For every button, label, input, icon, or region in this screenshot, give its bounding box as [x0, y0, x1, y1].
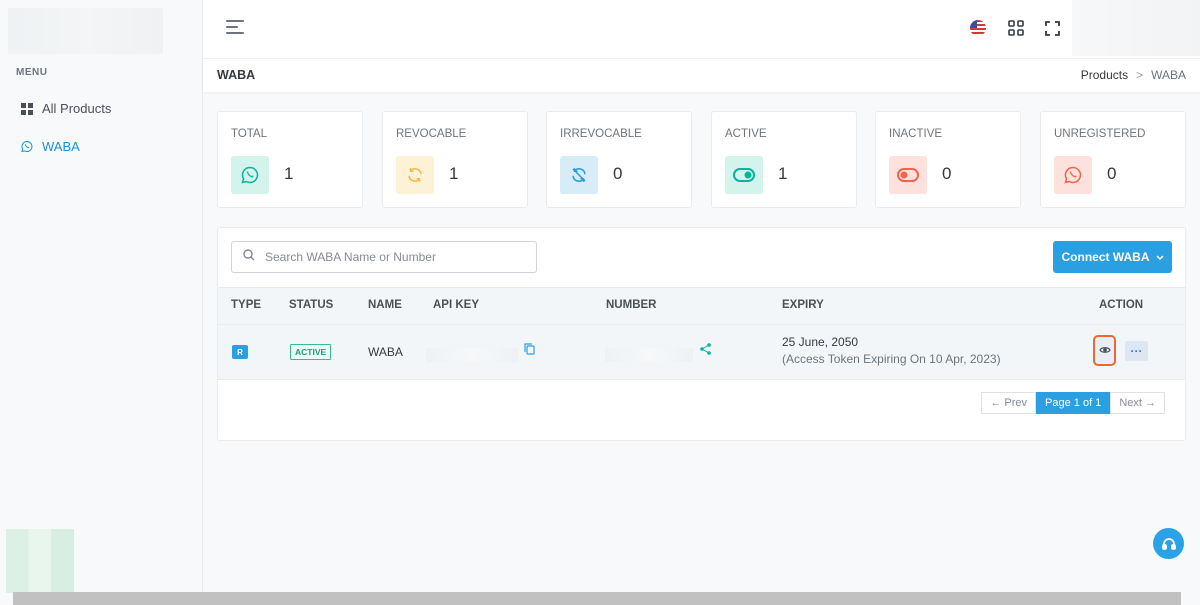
- stat-value: 0: [613, 164, 623, 183]
- stat-label: IRREVOCABLE: [560, 128, 642, 140]
- page-title-bar: WABA Products > WABA: [203, 59, 1200, 92]
- breadcrumb: Products > WABA: [1081, 68, 1186, 82]
- stat-card-active: ACTIVE 1: [711, 111, 857, 208]
- table-row: R ACTIVE WABA 25 June, 2050 (Access Toke…: [218, 325, 1185, 380]
- apps-grid-icon[interactable]: [1006, 18, 1026, 38]
- column-header-expiry: EXPIRY: [782, 299, 824, 311]
- whatsapp-icon: [21, 140, 33, 153]
- topbar: [203, 0, 1200, 59]
- stat-value: 1: [778, 164, 788, 183]
- breadcrumb-separator: >: [1136, 68, 1144, 82]
- stat-value: 0: [1107, 164, 1117, 183]
- fullscreen-icon[interactable]: [1042, 18, 1062, 38]
- hamburger-icon[interactable]: [226, 20, 244, 36]
- table-header: TYPE STATUS NAME API KEY NUMBER EXPIRY A…: [218, 287, 1185, 325]
- search-icon: [243, 248, 255, 266]
- pagination: ← Prev Page 1 of 1 Next →: [981, 392, 1165, 414]
- next-page-button[interactable]: Next →: [1110, 392, 1165, 414]
- waba-table-panel: Connect WABA TYPE STATUS NAME API KEY NU…: [217, 227, 1186, 441]
- stat-value: 0: [942, 164, 952, 183]
- toggle-off-icon: [889, 156, 927, 194]
- column-header-action: ACTION: [1099, 299, 1144, 311]
- blurred-widget: [6, 529, 74, 593]
- grid-icon: [21, 102, 33, 115]
- type-badge: R: [232, 345, 248, 359]
- connect-waba-button[interactable]: Connect WABA: [1053, 241, 1172, 273]
- stat-card-unregistered: UNREGISTERED 0: [1040, 111, 1186, 208]
- stat-label: UNREGISTERED: [1054, 128, 1146, 140]
- page-title: WABA: [217, 68, 256, 82]
- sidebar-item-waba[interactable]: WABA: [21, 139, 80, 154]
- no-refresh-icon: [560, 156, 598, 194]
- stat-card-revocable: REVOCABLE 1: [382, 111, 528, 208]
- view-button[interactable]: [1093, 335, 1116, 366]
- column-header-number: NUMBER: [606, 299, 657, 311]
- breadcrumb-current: WABA: [1151, 68, 1186, 82]
- stat-card-irrevocable: IRREVOCABLE 0: [546, 111, 692, 208]
- sidebar-item-label: All Products: [42, 101, 112, 116]
- toggle-on-icon: [725, 156, 763, 194]
- breadcrumb-products[interactable]: Products: [1081, 68, 1128, 82]
- headset-support-icon[interactable]: [1153, 528, 1184, 559]
- sidebar: MENU All Products WABA: [0, 0, 203, 605]
- more-options-button[interactable]: ···: [1125, 341, 1148, 361]
- number-value: [605, 348, 693, 362]
- search-input[interactable]: [265, 250, 515, 264]
- sidebar-item-all-products[interactable]: All Products: [21, 101, 111, 116]
- horizontal-scrollbar[interactable]: [13, 592, 1181, 605]
- user-profile[interactable]: [1072, 0, 1200, 56]
- stat-value: 1: [284, 164, 294, 183]
- stat-label: REVOCABLE: [396, 128, 467, 140]
- logo[interactable]: [8, 8, 163, 54]
- refresh-icon: [396, 156, 434, 194]
- eye-icon: [1098, 342, 1111, 360]
- share-icon[interactable]: [700, 342, 711, 360]
- column-header-name: NAME: [368, 299, 402, 311]
- waba-name: WABA: [368, 345, 403, 359]
- stat-card-total: TOTAL 1: [217, 111, 363, 208]
- copy-icon[interactable]: [524, 342, 535, 360]
- current-page: Page 1 of 1: [1036, 392, 1111, 414]
- menu-title: MENU: [16, 67, 48, 78]
- sidebar-item-label: WABA: [42, 139, 80, 154]
- column-header-type: TYPE: [231, 299, 262, 311]
- column-header-status: STATUS: [289, 299, 334, 311]
- search-box[interactable]: [231, 241, 537, 273]
- stat-label: TOTAL: [231, 128, 267, 140]
- status-badge: ACTIVE: [290, 344, 332, 360]
- chevron-down-icon: [1155, 250, 1164, 264]
- whatsapp-icon: [231, 156, 269, 194]
- stat-card-inactive: INACTIVE 0: [875, 111, 1021, 208]
- us-flag-icon[interactable]: [968, 18, 988, 38]
- prev-page-button[interactable]: ← Prev: [981, 392, 1037, 414]
- connect-waba-label: Connect WABA: [1061, 250, 1150, 264]
- whatsapp-icon: [1054, 156, 1092, 194]
- stat-value: 1: [449, 164, 459, 183]
- stat-label: INACTIVE: [889, 128, 943, 140]
- api-key-value: [426, 348, 518, 362]
- stat-label: ACTIVE: [725, 128, 767, 140]
- column-header-api-key: API KEY: [433, 299, 480, 311]
- expiry-date: 25 June, 2050: [782, 335, 859, 349]
- expiry-note: (Access Token Expiring On 10 Apr, 2023): [782, 352, 1001, 366]
